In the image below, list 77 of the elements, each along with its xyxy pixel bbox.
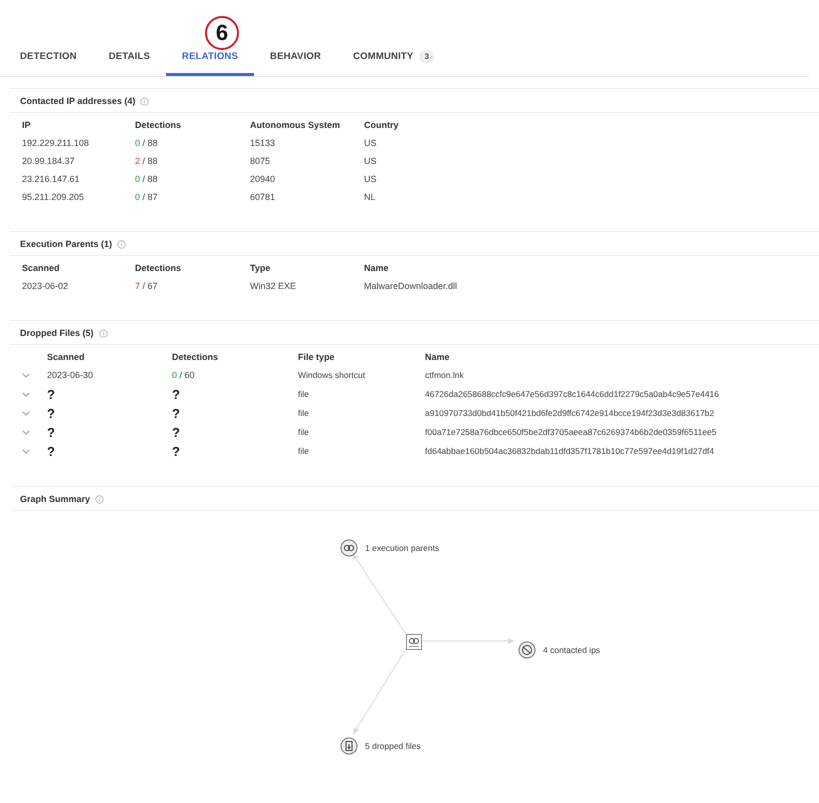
column-header: Detections [135,119,182,132]
table-cell-text: MalwareDownloader.dll [364,280,458,293]
info-icon[interactable] [95,494,104,504]
table-cell-text: fd64abbae160b504ac36832bdab11dfd357f1781b10c77e597ee4d19f1d27df4 [425,445,716,458]
table-cell-text: US [364,155,378,168]
table-cell-text: 95.211.209.205 [22,191,85,204]
node-label: 1 execution parents [365,543,440,553]
table-cell-text: 2023-06-30 [47,369,94,382]
column-header: Detections [172,351,220,364]
expand-chevron-icon[interactable] [22,449,30,454]
table-cell-text: ? [47,424,56,442]
file-node-icon[interactable] [406,634,422,650]
detection-ratio: 0 / 87 [135,191,159,204]
table-cell-text: ? [172,424,181,442]
expand-chevron-icon[interactable] [22,373,30,378]
table-cell-text: US [364,137,378,150]
file-icon[interactable] [340,737,358,755]
info-icon[interactable] [117,240,126,248]
detection-ratio: 0 / 88 [135,173,159,186]
table-cell-text: NL [364,191,377,204]
table-cell-text: 2023-06-02 [22,280,70,293]
table-cell-text: 8075 [250,155,272,168]
node-label: 4 contacted ips [543,645,600,655]
tab[interactable]: DETECTION [4,40,93,76]
column-header: Type [250,262,272,275]
detection-ratio: 2 / 88 [135,155,159,168]
detection-ratio: 7 / 67 [135,280,159,293]
step-number-badge: 6 [205,16,239,50]
expand-chevron-icon[interactable] [22,430,30,435]
table-cell-text: file [298,426,310,439]
table-cell-text: ? [172,386,181,404]
expand-chevron-icon[interactable] [22,411,30,416]
column-header: Scanned [22,262,61,275]
column-header: IP [22,119,32,132]
tab[interactable]: BEHAVIOR [254,40,338,76]
table-cell-text: Windows shortcut [298,369,366,382]
column-header: Name [364,262,390,275]
table-cell-text: ? [172,443,181,461]
info-icon[interactable] [98,328,108,338]
table-cell-text: file [298,445,310,458]
table-cell-text: 192.229.211.108 [22,137,90,150]
column-header: File type [298,351,336,364]
linked-circles-icon[interactable] [340,539,358,557]
node-label: 5 dropped files [365,741,421,751]
table-cell-text: file [298,388,310,401]
column-header: Scanned [47,351,86,364]
column-header: Name [425,351,451,364]
table-cell-text: ? [47,405,56,423]
table-cell-text: f00a71e7258a76dbce650f5be2df3705aeea87c6269374b6b2de0359f6511ee5 [425,426,718,439]
table-cell-text: 20.99.184.37 [22,155,76,168]
table-cell-text: US [364,173,378,186]
table-cell-text: 23.216.147.61 [22,173,81,186]
table-cell-text: a910970733d0bd41b50f421bd6fe2d9ffc6742e914bcce194f23d3e3d83617b2 [425,407,716,420]
table-cell-text: ? [172,405,181,423]
expand-chevron-icon[interactable] [22,392,30,397]
detection-ratio: 0 / 60 [172,369,196,382]
info-icon[interactable] [140,96,150,106]
column-header: Country [364,119,400,132]
table-cell-text: 60781 [250,191,276,204]
table-cell-text: file [298,407,310,420]
tab[interactable]: DETAILS [92,40,166,76]
table-cell-text: 15133 [250,137,276,150]
section-title: Dropped Files (5) [20,328,94,338]
column-header: Autonomous System [250,119,342,132]
section-title: Graph Summary [20,494,90,504]
table-cell-text: 20940 [250,173,276,186]
tab[interactable]: RELATIONS [166,40,254,76]
section-title: Contacted IP addresses (4) [20,96,136,106]
column-header: Detections [135,262,182,275]
table-cell-text: ? [47,443,56,461]
table-cell-text: Win32 EXE [250,280,298,293]
table-cell-text: ? [47,386,56,404]
tab[interactable]: COMMUNITY 3 [337,40,450,76]
table-cell-text: 46726da2658688ccfc9e647e56d397c8c1644c6dd1f2279c5a0ab4c9e57e4416 [425,388,720,401]
detection-ratio: 0 / 88 [135,137,159,150]
section-title: Execution Parents (1) [20,239,112,249]
table-cell-text: ctfmon.lnk [425,369,465,382]
